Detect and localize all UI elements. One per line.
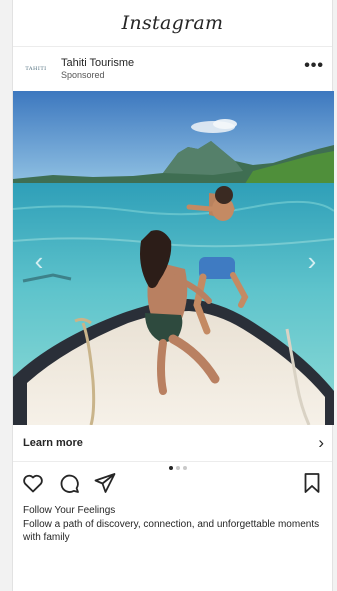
carousel-indicator [169, 466, 187, 470]
post-image[interactable]: ‹ › [13, 91, 334, 425]
carousel-prev-icon[interactable]: ‹ [27, 246, 51, 276]
instagram-ad-frame: Instagram TAHITI Tahiti Tourisme Sponsor… [12, 0, 334, 591]
instagram-wordmark: Instagram [121, 12, 224, 34]
caption-body: Follow a path of discovery, connection, … [23, 519, 320, 543]
post-header: TAHITI Tahiti Tourisme Sponsored ••• [13, 47, 332, 91]
tahiti-tourisme-logo[interactable]: TAHITI [19, 60, 53, 78]
heart-icon[interactable] [21, 471, 45, 495]
lagoon-boat-photo [13, 91, 334, 425]
bookmark-icon[interactable] [300, 471, 324, 495]
account-name[interactable]: Tahiti Tourisme [61, 57, 304, 70]
app-header: Instagram [13, 0, 332, 47]
learn-more-bar[interactable]: Learn more › [13, 425, 332, 462]
sponsored-label: Sponsored [61, 70, 105, 80]
carousel-dot [176, 466, 180, 470]
post-caption: Follow Your Feelings Follow a path of di… [13, 504, 332, 544]
carousel-dot [169, 466, 173, 470]
carousel-dot [183, 466, 187, 470]
learn-more-label[interactable]: Learn more [23, 437, 318, 449]
chevron-right-icon[interactable]: › [318, 433, 324, 453]
caption-title: Follow Your Feelings [23, 505, 116, 516]
carousel-next-icon[interactable]: › [300, 246, 324, 276]
more-icon[interactable]: ••• [304, 58, 324, 77]
comment-icon[interactable] [57, 471, 81, 495]
action-bar [13, 462, 332, 504]
paper-plane-icon[interactable] [93, 471, 117, 495]
account-info: Tahiti Tourisme Sponsored [61, 57, 304, 81]
